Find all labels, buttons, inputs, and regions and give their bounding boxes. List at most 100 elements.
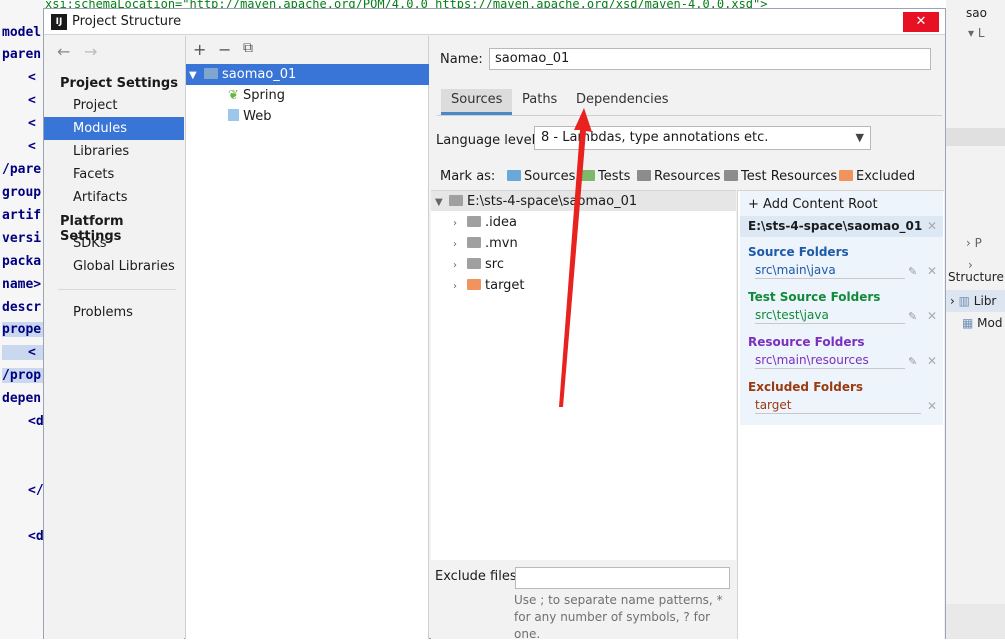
remove-root-icon[interactable]: ✕ [927,216,937,237]
facet-label: Web [243,109,272,124]
nav-item-sdks[interactable]: SDKs [44,232,184,255]
code-line: /prop [2,368,45,383]
add-module-button[interactable]: + [193,40,206,59]
copy-module-button[interactable]: ⧉ [243,40,253,56]
code-line: artif [2,208,42,223]
module-folder-icon [204,68,218,79]
code-line: group [2,185,42,200]
code-line: model [2,25,42,40]
code-line: depen [2,391,42,406]
nav-divider [58,289,176,290]
tree-row-idea[interactable]: › .idea [453,212,517,233]
mark-sources-button[interactable]: Sources [507,169,575,184]
name-label: Name: [440,52,483,67]
chevron-right-icon[interactable]: › [453,213,467,234]
source-folder-entry: src\main\java [755,263,905,279]
module-toolbar: + − ⧉ [186,36,428,64]
tab-paths[interactable]: Paths [512,89,567,115]
module-tree-panel: + − ⧉ ▼ saomao_01 ❦ Spring Web [185,36,429,639]
nav-item-global-libraries[interactable]: Global Libraries [44,255,184,278]
remove-module-button[interactable]: − [218,40,231,59]
edit-pencil-icon[interactable]: ✎ [908,310,917,323]
remove-folder-icon[interactable]: ✕ [927,309,937,323]
tree-row-mvn[interactable]: › .mvn [453,233,518,254]
test-resources-folder-icon [724,170,738,181]
editor-schema-line: xsi:schemaLocation="http://maven.apache.… [45,0,768,8]
modules-node[interactable]: ▦ Mod [962,316,1002,330]
exclude-files-label: Exclude files: [435,569,522,584]
remove-folder-icon[interactable]: ✕ [927,354,937,368]
language-level-dropdown[interactable]: 8 - Lambdas, type annotations etc. ▼ [534,126,871,150]
code-line: < [28,93,36,108]
edit-pencil-icon[interactable]: ✎ [908,265,917,278]
code-line: paren [2,47,42,62]
code-line: name> [2,277,42,292]
code-line: < [28,139,36,154]
code-line: < [2,345,45,360]
tests-folder-icon [581,170,595,181]
tab-dependencies[interactable]: Dependencies [566,89,679,115]
chevron-right-icon[interactable]: › [453,276,467,297]
code-editor-background: model paren < < < < /pare group artif ve… [0,0,45,639]
folder-icon [467,216,481,227]
tree-row-src[interactable]: › src [453,254,504,275]
exclude-files-input[interactable] [515,567,730,589]
nav-item-problems[interactable]: Problems [44,301,184,324]
mark-as-label: Mark as: [440,169,496,184]
folder-icon [449,195,463,206]
facet-row-web[interactable]: Web [186,106,429,127]
resource-folder-entry: src\main\resources [755,353,905,369]
test-source-folder-entry: src\test\java [755,308,905,324]
edit-pencil-icon[interactable]: ✎ [908,355,917,368]
module-tree-row-saomao[interactable]: ▼ saomao_01 [186,64,429,85]
remove-folder-icon[interactable]: ✕ [927,399,937,413]
chevron-right-icon[interactable]: › [453,255,467,276]
module-details-panel: Name: saomao_01 Sources Paths Dependenci… [431,36,945,641]
close-button[interactable]: ✕ [903,12,939,32]
mark-test-resources-button[interactable]: Test Resources [724,169,837,184]
back-arrow-icon[interactable]: ← [57,42,70,61]
chevron-down-icon[interactable]: ▼ [435,192,449,213]
tree-row-target[interactable]: › target [453,275,525,296]
module-name: saomao_01 [222,67,297,82]
code-line: /pare [2,162,42,177]
mark-resources-button[interactable]: Resources [637,169,720,184]
project-tree-item: › P [966,236,982,250]
nav-item-artifacts[interactable]: Artifacts [44,186,184,209]
nav-item-facets[interactable]: Facets [44,163,184,186]
dialog-titlebar[interactable]: IJ Project Structure ✕ [44,9,945,35]
nav-item-modules[interactable]: Modules [44,117,184,140]
tree-row-root[interactable]: ▼ E:\sts-4-space\saomao_01 [435,191,637,212]
mark-excluded-button[interactable]: Excluded [839,169,915,184]
nav-item-libraries[interactable]: Libraries [44,140,184,163]
libraries-node[interactable]: › ▥ Libr [950,294,996,308]
excluded-folders-heading: Excluded Folders [748,380,864,394]
language-level-label: Language level: [436,133,540,148]
code-line: <d [28,529,44,544]
dialog-title: Project Structure [72,14,182,29]
remove-folder-icon[interactable]: ✕ [927,264,937,278]
structure-tab-label[interactable]: Structure [948,270,1004,284]
chevron-down-icon[interactable]: ▼ [186,65,204,86]
content-root-tree: ▼ E:\sts-4-space\saomao_01 › .idea › .mvn ›… [431,190,736,560]
tab-sources[interactable]: Sources [441,89,513,115]
module-name-field[interactable]: saomao_01 [489,48,931,70]
forward-arrow-icon[interactable]: → [84,42,97,61]
project-settings-header: Project Settings [60,76,178,91]
facet-label: Spring [243,88,285,103]
excluded-folder-icon [839,170,853,181]
nav-item-project[interactable]: Project [44,94,184,117]
excluded-folder-entry: target [755,398,921,414]
exclude-files-help: Use ; to separate name patterns, * for a… [514,593,723,641]
facet-row-spring[interactable]: ❦ Spring [186,85,429,106]
source-folders-heading: Source Folders [748,245,849,259]
add-content-root-button[interactable]: + Add Content Root [748,197,878,212]
language-level-value: 8 - Lambdas, type annotations etc. [541,130,769,145]
project-tree-item: ▾ L [968,26,985,40]
status-area [946,604,1005,639]
mark-tests-button[interactable]: Tests [581,169,630,184]
tab-underline [437,115,942,116]
chevron-right-icon[interactable]: › [453,234,467,255]
test-source-folders-heading: Test Source Folders [748,290,881,304]
sources-folder-icon [507,170,521,181]
